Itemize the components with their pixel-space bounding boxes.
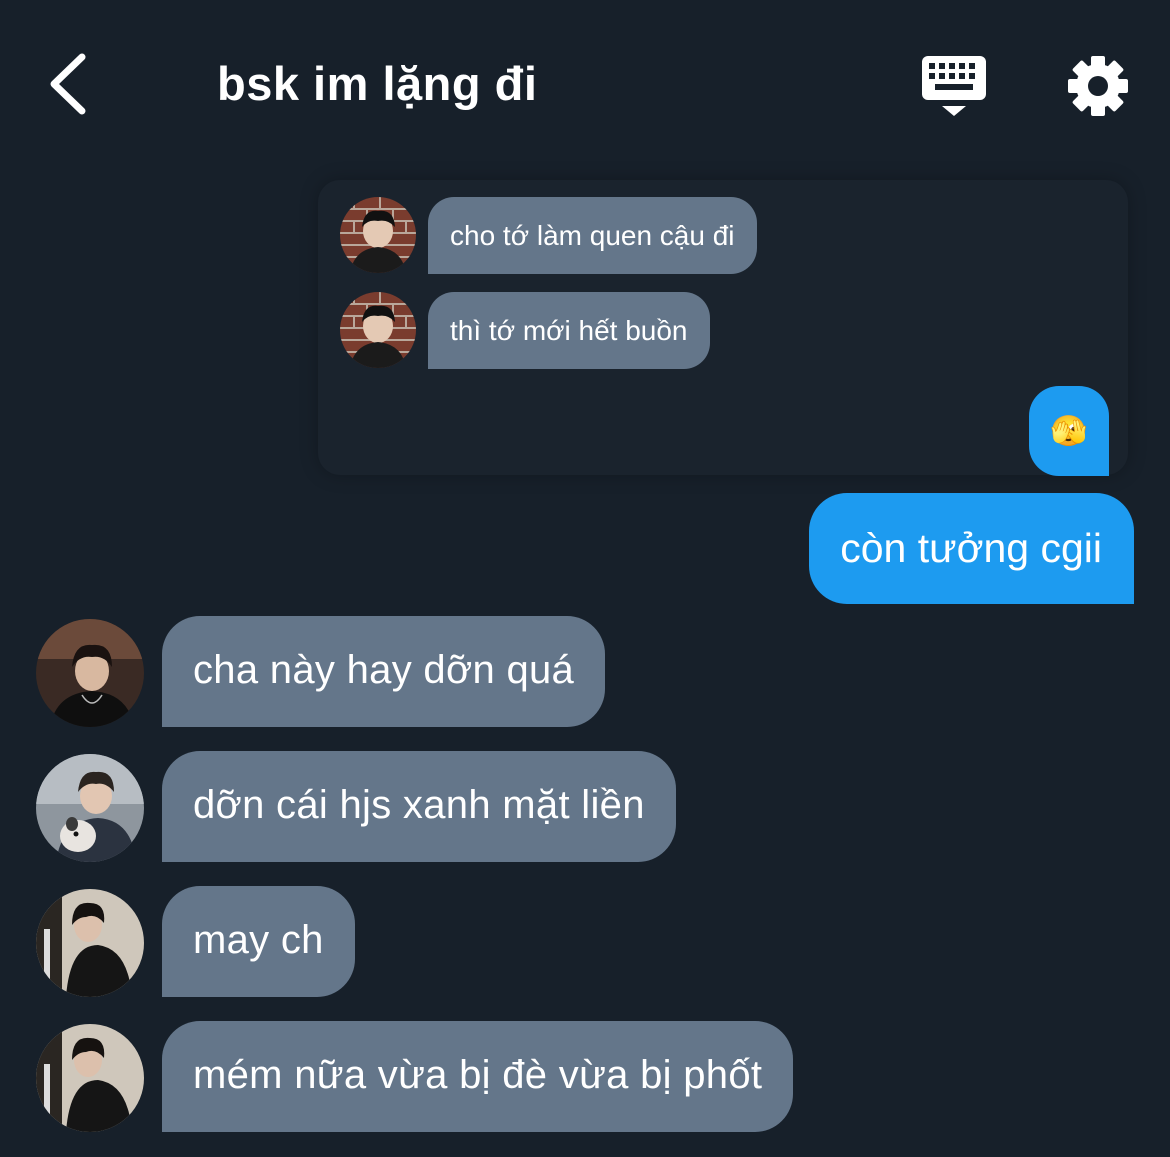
avatar[interactable] <box>340 292 416 368</box>
back-button[interactable] <box>36 48 96 120</box>
incoming-message-row: dỡn cái hjs xanh mặt liền <box>36 751 676 862</box>
keyboard-icon <box>922 56 986 116</box>
incoming-message-bubble[interactable]: mém nữa vừa bị đè vừa bị phốt <box>162 1021 794 1132</box>
quoted-message-bubble[interactable]: cho tớ làm quen cậu đi <box>428 197 757 274</box>
incoming-message-row: may ch <box>36 886 355 997</box>
avatar-leaning-wall-image <box>36 889 144 997</box>
outgoing-message-bubble[interactable]: còn tưởng cgii <box>809 493 1134 604</box>
quoted-message-bubble[interactable]: thì tớ mới hết buồn <box>428 292 710 369</box>
avatar-leaning-wall-image <box>36 1024 144 1132</box>
quoted-message-row: thì tớ mới hết buồn <box>340 292 710 369</box>
avatar[interactable] <box>340 197 416 273</box>
reaction-bubble[interactable]: 🫣 <box>1029 386 1109 476</box>
avatar-brick-wall-image <box>340 197 416 273</box>
incoming-message-row: mém nữa vừa bị đè vừa bị phốt <box>36 1021 794 1132</box>
incoming-message-bubble[interactable]: dỡn cái hjs xanh mặt liền <box>162 751 676 862</box>
avatar[interactable] <box>36 754 144 862</box>
avatar-with-pet-image <box>36 754 144 862</box>
face-peeking-emoji: 🫣 <box>1050 414 1088 448</box>
avatar[interactable] <box>36 889 144 997</box>
avatar[interactable] <box>36 619 144 727</box>
gear-icon <box>1068 56 1128 116</box>
settings-button[interactable] <box>1064 52 1132 120</box>
incoming-message-bubble[interactable]: may ch <box>162 886 355 997</box>
keyboard-button[interactable] <box>918 52 990 120</box>
avatar[interactable] <box>36 1024 144 1132</box>
conversation-title[interactable]: bsk im lặng đi <box>217 54 537 114</box>
incoming-message-row: cha này hay dỡn quá <box>36 616 606 727</box>
quoted-message-row: cho tớ làm quen cậu đi <box>340 197 757 274</box>
chevron-left-icon <box>50 53 86 115</box>
incoming-message-bubble[interactable]: cha này hay dỡn quá <box>162 616 606 727</box>
avatar-dark-portrait-image <box>36 619 144 727</box>
avatar-brick-wall-image <box>340 292 416 368</box>
